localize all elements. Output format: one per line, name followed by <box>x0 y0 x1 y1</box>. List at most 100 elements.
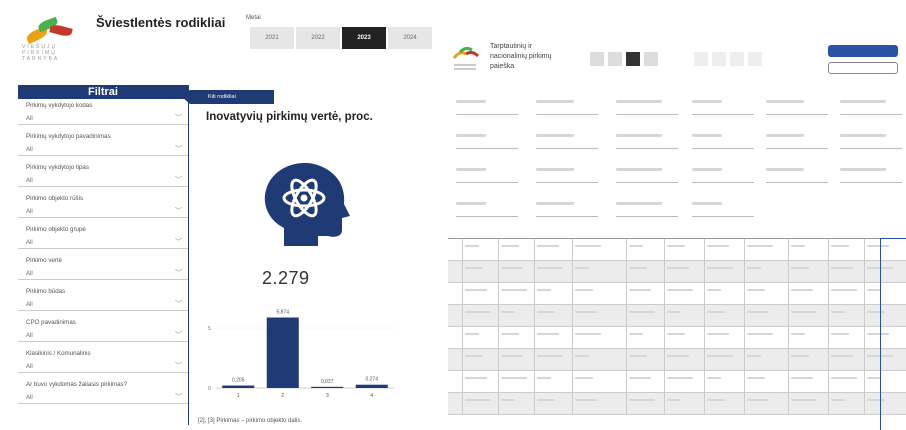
cell-divider <box>788 327 789 348</box>
filter-dropdown[interactable]: All ﹀ <box>18 330 188 342</box>
blurred-cell-text <box>575 355 589 357</box>
blurred-primary-button[interactable] <box>828 45 898 57</box>
filter-item: CPO pavadinimas All ﹀ <box>18 316 188 342</box>
filter-dropdown[interactable]: All ﹀ <box>18 392 188 404</box>
blurred-month-box <box>748 52 762 66</box>
table-row[interactable] <box>448 393 906 415</box>
table-row[interactable] <box>448 349 906 371</box>
filter-dropdown[interactable]: All ﹀ <box>18 175 188 187</box>
table-row[interactable] <box>448 283 906 305</box>
other-indicators-button[interactable]: Kiti rodikliai <box>182 90 274 104</box>
blurred-filter-dropdown[interactable] <box>456 148 518 149</box>
blurred-filter-dropdown[interactable] <box>536 182 598 183</box>
blurred-cell-text <box>667 355 689 357</box>
filter-dropdown[interactable]: All ﹀ <box>18 361 188 373</box>
filter-label: Pirkimo objekto grupė <box>26 226 86 233</box>
filter-dropdown[interactable]: All ﹀ <box>18 113 188 125</box>
blurred-cell-text <box>747 333 773 335</box>
blurred-filter-label <box>536 168 574 171</box>
blurred-filter-dropdown[interactable] <box>692 216 754 217</box>
filter-value: All <box>26 395 33 401</box>
filter-value: All <box>26 116 33 122</box>
blurred-filter-dropdown[interactable] <box>536 114 598 115</box>
blurred-filter-dropdown[interactable] <box>616 114 678 115</box>
blurred-filter-dropdown[interactable] <box>692 148 754 149</box>
blurred-cell-text <box>707 289 721 291</box>
blurred-filter-dropdown[interactable] <box>456 114 518 115</box>
cell-divider <box>534 283 535 304</box>
cell-divider <box>462 239 463 260</box>
cell-divider <box>572 327 573 348</box>
filter-label: Pirkimų vykdytojo tipas <box>26 164 89 171</box>
page-title: Šviestlentės rodikliai <box>96 15 226 30</box>
year-2024[interactable]: 2024 <box>388 27 432 49</box>
chevron-down-icon: ﹀ <box>175 394 182 401</box>
blurred-filter-dropdown[interactable] <box>840 182 902 183</box>
cell-divider <box>704 283 705 304</box>
cell-divider <box>498 349 499 370</box>
blurred-filter-label <box>536 202 574 205</box>
filter-dropdown[interactable]: All ﹀ <box>18 206 188 218</box>
blurred-filter-dropdown[interactable] <box>616 148 678 149</box>
table-header-row <box>448 239 906 261</box>
year-2021[interactable]: 2021 <box>250 27 294 49</box>
blurred-filter-dropdown[interactable] <box>536 148 598 149</box>
cell-divider <box>462 393 463 414</box>
year-2023[interactable]: 2023 <box>342 27 386 49</box>
blurred-cell-text <box>537 245 559 247</box>
cell-divider <box>626 349 627 370</box>
blurred-secondary-button[interactable] <box>828 62 898 74</box>
filter-value: All <box>26 333 33 339</box>
blurred-cell-text <box>575 399 597 401</box>
blurred-filter-dropdown[interactable] <box>616 182 678 183</box>
year-2022[interactable]: 2022 <box>296 27 340 49</box>
blurred-filter-dropdown[interactable] <box>840 148 902 149</box>
blurred-filter-dropdown[interactable] <box>766 114 828 115</box>
bar-chart: 0 5 0.205 1 5.874 2 0.037 3 0.274 4 <box>208 310 394 399</box>
blurred-filter-dropdown[interactable] <box>456 216 518 217</box>
blurred-filter-dropdown[interactable] <box>840 114 902 115</box>
blurred-filter-label <box>456 134 486 137</box>
data-label: 0.274 <box>365 377 378 383</box>
cell-divider <box>704 349 705 370</box>
bar <box>222 385 255 388</box>
blurred-cell-text <box>465 311 491 313</box>
blurred-cell-text <box>791 355 809 357</box>
blurred-filter-dropdown[interactable] <box>616 216 678 217</box>
table-row[interactable] <box>448 371 906 393</box>
blurred-cell-text <box>667 245 685 247</box>
blurred-cell-text <box>501 245 519 247</box>
blurred-cell-text <box>747 355 761 357</box>
table-row[interactable] <box>448 305 906 327</box>
table-row[interactable] <box>448 327 906 349</box>
blurred-filter-dropdown[interactable] <box>692 182 754 183</box>
blurred-cell-text <box>791 399 817 401</box>
blurred-cell-text <box>667 267 689 269</box>
blurred-filter-dropdown[interactable] <box>692 114 754 115</box>
cell-divider <box>704 371 705 392</box>
cell-divider <box>788 239 789 260</box>
filter-dropdown[interactable]: All ﹀ <box>18 237 188 249</box>
blurred-filter-dropdown[interactable] <box>536 216 598 217</box>
cell-divider <box>788 371 789 392</box>
cell-divider <box>534 327 535 348</box>
blurred-year-box-selected <box>626 52 640 66</box>
cell-divider <box>744 261 745 282</box>
cell-divider <box>828 349 829 370</box>
blurred-cell-text <box>831 245 849 247</box>
cell-divider <box>626 305 627 326</box>
filter-dropdown[interactable]: All ﹀ <box>18 299 188 311</box>
cell-divider <box>498 327 499 348</box>
table-row[interactable] <box>448 261 906 283</box>
blurred-filter-dropdown[interactable] <box>766 182 828 183</box>
blurred-filter-label <box>536 134 574 137</box>
blurred-cell-text <box>537 399 555 401</box>
cell-divider <box>864 305 865 326</box>
filter-dropdown[interactable]: All ﹀ <box>18 144 188 156</box>
blurred-cell-text <box>501 333 519 335</box>
filter-dropdown[interactable]: All ﹀ <box>18 268 188 280</box>
blurred-filter-dropdown[interactable] <box>456 182 518 183</box>
blurred-filter-dropdown[interactable] <box>766 148 828 149</box>
x-tick-label: 3 <box>326 393 329 399</box>
cell-divider <box>572 305 573 326</box>
